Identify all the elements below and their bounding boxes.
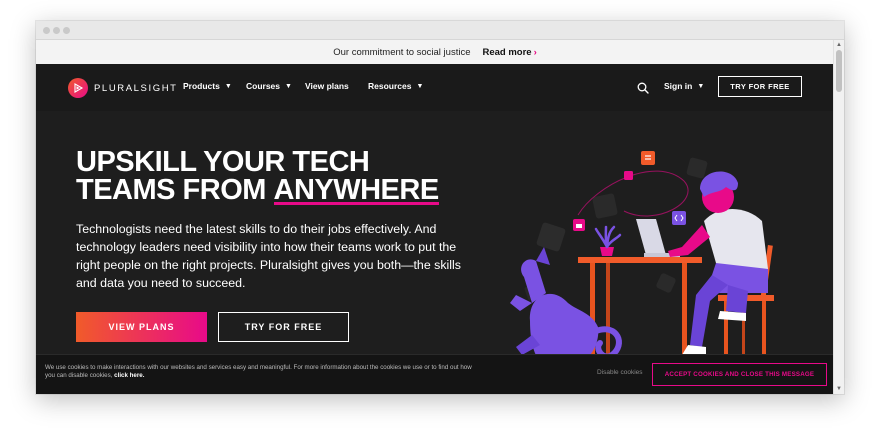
- accept-cookies-button[interactable]: ACCEPT COOKIES AND CLOSE THIS MESSAGE: [652, 363, 827, 386]
- hero-headline: UPSKILL YOUR TECH TEAMS FROM ANYWHERE: [76, 146, 439, 206]
- hero-illustration: [510, 151, 774, 363]
- chevron-down-icon: ▼: [285, 82, 292, 90]
- announcement-bar: Our commitment to social justice Read mo…: [36, 40, 834, 64]
- top-navigation: PLURALSIGHT Products ▼ Courses ▼ View pl…: [36, 64, 834, 111]
- nav-products[interactable]: Products ▼: [183, 81, 232, 91]
- browser-titlebar: [36, 21, 844, 40]
- cookie-message: We use cookies to make interactions with…: [45, 364, 472, 379]
- cookie-click-here-link[interactable]: click here.: [114, 372, 144, 379]
- read-more-link[interactable]: Read more ›: [482, 47, 536, 58]
- nav-resources[interactable]: Resources ▼: [368, 81, 423, 91]
- nav-resources-label: Resources: [368, 81, 412, 91]
- nav-courses-label: Courses: [246, 81, 281, 91]
- sign-in-label: Sign in: [664, 81, 693, 91]
- chevron-down-icon: ▼: [224, 82, 232, 90]
- window-close-dot[interactable]: [43, 27, 50, 34]
- hero-description: Technologists need the latest skills to …: [76, 222, 462, 290]
- scroll-down-arrow-icon[interactable]: ▼: [835, 385, 843, 393]
- logo-text: PLURALSIGHT: [94, 82, 178, 94]
- pluralsight-logo-icon: [68, 78, 88, 98]
- headline-line-2-prefix: TEAMS FROM: [76, 174, 274, 206]
- cookie-banner: We use cookies to make interactions with…: [36, 354, 834, 394]
- chevron-down-icon: ▼: [416, 82, 424, 90]
- window-zoom-dot[interactable]: [63, 27, 70, 34]
- nav-courses[interactable]: Courses ▼: [246, 81, 292, 91]
- scrollbar-thumb[interactable]: [836, 50, 842, 92]
- announcement-text: Our commitment to social justice: [333, 46, 471, 58]
- headline-line-2: TEAMS FROM ANYWHERE: [76, 174, 439, 206]
- read-more-label: Read more: [482, 46, 532, 58]
- window-minimize-dot[interactable]: [53, 27, 60, 34]
- page-scrollbar[interactable]: ▲ ▼: [833, 40, 844, 394]
- nav-view-plans[interactable]: View plans: [305, 81, 349, 91]
- headline-highlight: ANYWHERE: [273, 174, 439, 206]
- pluralsight-logo[interactable]: PLURALSIGHT: [68, 78, 178, 98]
- browser-window: Our commitment to social justice Read mo…: [36, 21, 844, 394]
- nav-view-plans-label: View plans: [305, 81, 349, 91]
- nav-try-free-button[interactable]: TRY FOR FREE: [718, 76, 802, 97]
- hero-try-free-button[interactable]: TRY FOR FREE: [218, 312, 349, 342]
- view-plans-button[interactable]: VIEW PLANS: [76, 312, 207, 342]
- hero-section: UPSKILL YOUR TECH TEAMS FROM ANYWHERE Te…: [36, 111, 834, 394]
- nav-products-label: Products: [183, 81, 220, 91]
- chevron-right-icon: ›: [533, 46, 537, 58]
- chevron-down-icon: ▼: [697, 82, 705, 90]
- disable-cookies-link[interactable]: Disable cookies: [597, 369, 643, 376]
- search-icon[interactable]: [637, 81, 649, 94]
- headline-line-1: UPSKILL YOUR TECH: [76, 146, 370, 178]
- sign-in-menu[interactable]: Sign in ▼: [664, 81, 704, 91]
- cookie-text: We use cookies to make interactions with…: [45, 364, 475, 380]
- scroll-up-arrow-icon[interactable]: ▲: [835, 41, 843, 49]
